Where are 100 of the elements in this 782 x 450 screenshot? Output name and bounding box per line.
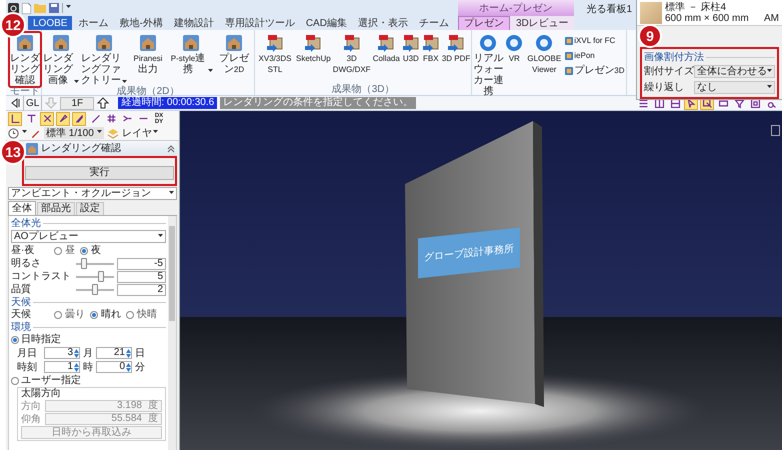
ribbon-tab[interactable]: 専用設計ツール [220, 16, 300, 30]
ribbon-button[interactable]: プレゼン3D [565, 63, 625, 78]
slider-thumb[interactable] [98, 270, 104, 282]
radio-label: ユーザー指定 [21, 374, 81, 388]
number-field: 55.584 度 [45, 413, 162, 425]
ribbon-button[interactable]: XV3/3DS STL [256, 33, 294, 75]
ribbon-button[interactable]: Collada [372, 33, 400, 64]
house-model-icon [95, 34, 113, 52]
view-cube-icon[interactable] [771, 125, 780, 136]
ribbon-button[interactable]: U3D [402, 33, 420, 64]
ribbon-button[interactable]: Piranesi出力 [129, 33, 167, 75]
radio-button[interactable] [80, 246, 88, 254]
save-icon[interactable] [49, 3, 59, 13]
slider-thumb[interactable] [80, 258, 87, 268]
spin-field[interactable]: 1 [44, 361, 80, 373]
panel-tab[interactable]: 部品光 [37, 202, 75, 215]
radio-button[interactable] [54, 310, 62, 318]
unit-label: 日 [135, 346, 145, 360]
radio-button[interactable] [90, 310, 98, 318]
section-title: 画像割付方法 [644, 52, 704, 62]
ribbon-button[interactable]: 3D DWG/DXF [332, 33, 371, 75]
radio-label: 昼 [65, 244, 75, 258]
ribbon-button[interactable]: SketchUp [296, 33, 331, 64]
ribbon-tab[interactable]: チーム [414, 16, 454, 30]
dropdown[interactable]: なし [694, 81, 775, 94]
ribbon-button[interactable]: FBX [422, 33, 440, 64]
clock-icon[interactable] [8, 128, 19, 138]
tile-icon [565, 36, 574, 44]
section-title: 全体光 [11, 218, 41, 228]
ribbon-button[interactable]: iePon [565, 48, 625, 63]
ribbon-button[interactable]: 3D PDF [442, 33, 470, 64]
app-logo-icon[interactable] [8, 2, 19, 14]
tool-button[interactable] [8, 112, 22, 126]
select-box-icon [702, 98, 712, 108]
panel-tab[interactable]: 全体 [8, 201, 36, 215]
collapse-icon[interactable] [167, 144, 175, 152]
ribbon-tab[interactable]: 敷地-外構 [114, 16, 168, 30]
scale-dropdown[interactable]: 標準 1/100 [44, 127, 104, 139]
ribbon-tab[interactable]: ホーム [73, 16, 114, 30]
number-field[interactable]: 2 [117, 284, 166, 296]
dropdown[interactable]: 全体に合わせる [694, 65, 775, 78]
radio-label: 日時指定 [21, 332, 61, 347]
caret-icon [22, 130, 27, 133]
radio-label: 快晴 [137, 308, 157, 322]
grid-icon [106, 113, 116, 124]
caret-icon [767, 68, 772, 72]
layer-button[interactable]: レイヤ [122, 126, 158, 140]
ribbon-tab[interactable]: 建物設計 [168, 16, 219, 30]
mode-dropdown[interactable]: アンビエント・オクルージョン [8, 187, 177, 200]
tile-icon [565, 66, 574, 74]
spin-field[interactable]: 21 [96, 347, 132, 359]
group-label: 成果物（3D） [332, 84, 395, 95]
caret-icon [66, 5, 71, 8]
spin-field[interactable]: 0 [96, 361, 132, 373]
panel-tab[interactable]: 設定 [76, 202, 104, 215]
spin-field[interactable]: 3 [44, 347, 80, 359]
box-arrow-icon [304, 34, 322, 52]
ribbon-button[interactable]: P-style連携 [169, 33, 213, 75]
ribbon-button[interactable]: プレゼン2D [215, 33, 253, 75]
step-back-icon[interactable] [10, 98, 20, 108]
execute-button[interactable]: 実行 [25, 166, 174, 180]
dropdown[interactable]: AOプレビュー [11, 230, 166, 243]
ribbon-tab[interactable]: 3Dレビュー [510, 16, 574, 30]
unit-label: 時 [83, 360, 93, 374]
box-arrow-icon [342, 34, 361, 52]
ribbon-tab[interactable]: LOOBE [28, 16, 72, 30]
radio-button[interactable] [11, 376, 19, 384]
box-arrow-icon [447, 34, 466, 52]
radio-button[interactable] [11, 336, 19, 344]
ribbon-button[interactable]: iXVL for FC [565, 33, 625, 48]
house-model-icon [139, 34, 157, 52]
caret-icon [767, 84, 772, 88]
floor-field[interactable]: 1F [60, 96, 94, 110]
window-icon [750, 98, 760, 108]
scrollbar-thumb[interactable] [169, 226, 175, 321]
box-arrow-icon [266, 34, 284, 52]
filter-icon [734, 98, 744, 108]
number-field[interactable]: -5 [117, 258, 166, 270]
slider-thumb[interactable] [92, 284, 98, 294]
caret-icon [152, 130, 158, 133]
field-label: 時刻 [17, 360, 38, 374]
ribbon-button[interactable]: GLOOBE Viewer [525, 33, 564, 75]
ribbon-tab[interactable]: 選択・表示 [352, 16, 413, 30]
tool-button[interactable] [56, 112, 70, 126]
radio-button[interactable] [54, 246, 62, 254]
ribbon-tab[interactable]: CAD編集 [300, 16, 352, 30]
radio-button[interactable] [126, 310, 134, 318]
up-arrow-icon[interactable] [97, 97, 110, 109]
field-label: 品質 [11, 282, 32, 297]
unit-label: 分 [135, 360, 145, 374]
tool-button[interactable] [72, 112, 86, 126]
house-model-icon [26, 142, 38, 154]
ribbon-tab[interactable]: プレゼン [458, 16, 510, 30]
document-title: 光る看板1 [586, 2, 632, 17]
ribbon-button[interactable]: レンダリングファクトリー [81, 33, 127, 86]
tool-button[interactable] [40, 112, 54, 126]
ribbon-button[interactable]: レンダリング画像 [43, 33, 79, 86]
material-code: AM [764, 12, 779, 24]
ribbon-button[interactable]: VR [505, 33, 524, 64]
number-field[interactable]: 5 [117, 270, 166, 282]
